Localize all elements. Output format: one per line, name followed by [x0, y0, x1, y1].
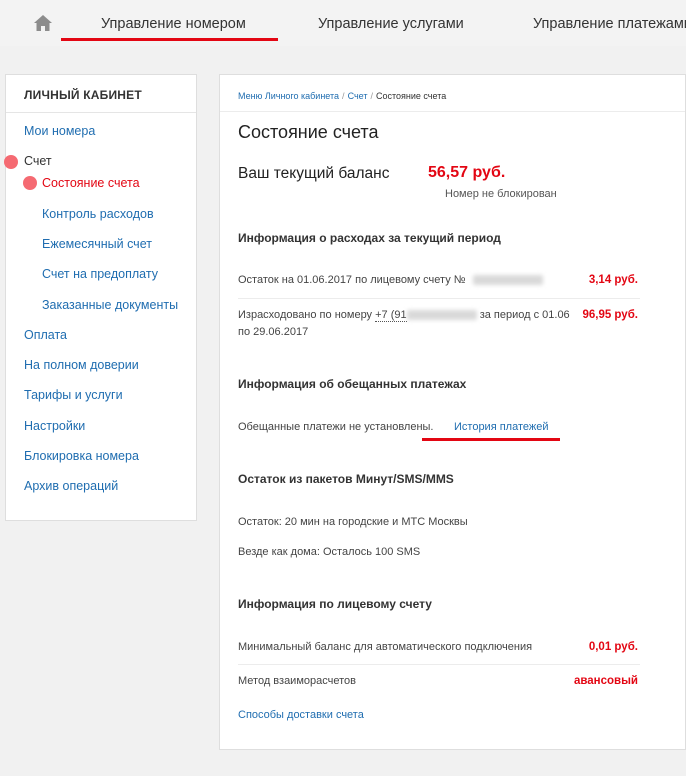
promised-heading: Информация об обещанных платежах: [238, 377, 467, 391]
sidebar-item-account[interactable]: Счет: [24, 154, 52, 168]
spent-value: 96,95 руб.: [582, 309, 638, 321]
top-nav: Управление номером Управление услугами У…: [0, 0, 686, 46]
row-divider: [238, 664, 640, 665]
breadcrumb: Меню Личного кабинета / Счет / Состояние сче…: [238, 91, 446, 101]
sidebar-item-expense-control[interactable]: Контроль расходов: [42, 207, 154, 221]
account-heading: Информация по лицевому счету: [238, 597, 432, 611]
settlement-method-label: Метод взаиморасчетов: [238, 675, 356, 687]
active-tab-underline: [61, 38, 278, 41]
sidebar-item-prepay-bill[interactable]: Счет на предоплату: [42, 267, 158, 281]
balance-label: Ваш текущий баланс: [238, 165, 390, 182]
sidebar-item-settings[interactable]: Настройки: [24, 419, 85, 433]
row-divider: [238, 298, 640, 299]
redacted-phone-number: [406, 310, 477, 321]
home-icon[interactable]: [33, 14, 53, 32]
redacted-account-number: [472, 275, 543, 286]
sidebar-item-ordered-documents[interactable]: Заказанные документы: [42, 298, 178, 312]
sidebar-item-operations-archive[interactable]: Архив операций: [24, 479, 118, 493]
sidebar-item-number-block[interactable]: Блокировка номера: [24, 449, 139, 463]
history-link-highlight: [422, 438, 560, 441]
sidebar-item-payment[interactable]: Оплата: [24, 328, 67, 342]
breadcrumb-link-menu[interactable]: Меню Личного кабинета: [238, 91, 339, 101]
sidebar-item-monthly-bill[interactable]: Ежемесячный счет: [42, 237, 152, 251]
payment-history-link[interactable]: История платежей: [454, 421, 549, 433]
spent-text: Израсходовано по номеру: [238, 309, 373, 321]
account-marker-dot: [4, 155, 18, 169]
expenses-heading: Информация о расходах за текущий период: [238, 231, 501, 245]
tab-payments-management[interactable]: Управление платежами: [533, 16, 686, 32]
breadcrumb-divider: [220, 111, 685, 112]
main-panel: Меню Личного кабинета / Счет / Состояние сче…: [219, 74, 686, 750]
breadcrumb-separator: /: [370, 91, 373, 101]
packages-line-sms: Везде как дома: Осталось 100 SMS: [238, 546, 421, 558]
promised-status: Обещанные платежи не установлены.: [238, 421, 434, 433]
packages-line-minutes: Остаток: 20 мин на городские и МТС Москв…: [238, 516, 468, 528]
sidebar-item-full-trust[interactable]: На полном доверии: [24, 358, 139, 372]
remainder-value: 3,14 руб.: [588, 274, 638, 286]
settlement-method-value: авансовый: [573, 675, 638, 687]
remainder-row-label: Остаток на 01.06.2017 по лицевому счету …: [238, 274, 543, 286]
balance-value: 56,57 руб.: [428, 164, 506, 181]
sidebar: ЛИЧНЫЙ КАБИНЕТ Мои номера Счет Состояние…: [4, 74, 197, 521]
page-title: Состояние счета: [238, 122, 379, 142]
spent-row-label: Израсходовано по номеру +7 (91 за период…: [238, 309, 570, 322]
min-balance-value: 0,01 руб.: [588, 641, 638, 653]
sidebar-item-account-state[interactable]: Состояние счета: [42, 176, 140, 190]
sidebar-divider: [6, 112, 196, 113]
breadcrumb-link-account[interactable]: Счет: [348, 91, 368, 101]
sidebar-title: ЛИЧНЫЙ КАБИНЕТ: [24, 88, 142, 102]
min-balance-label: Минимальный баланс для автоматического п…: [238, 641, 533, 653]
block-status: Номер не блокирован: [445, 188, 557, 200]
spent-period-end: по 29.06.2017: [238, 326, 309, 338]
spent-period: за период с 01.06: [479, 309, 570, 321]
packages-heading: Остаток из пакетов Минут/SMS/MMS: [238, 472, 454, 486]
sidebar-item-tariffs[interactable]: Тарифы и услуги: [24, 388, 123, 402]
tab-number-management[interactable]: Управление номером: [101, 16, 246, 32]
tab-services-management[interactable]: Управление услугами: [318, 16, 464, 32]
bill-delivery-link[interactable]: Способы доставки счета: [238, 709, 364, 721]
remainder-text: Остаток на 01.06.2017 по лицевому счету …: [238, 274, 466, 286]
spent-phone[interactable]: +7 (91: [375, 309, 407, 322]
breadcrumb-current: Состояние счета: [376, 91, 447, 101]
sidebar-item-my-numbers[interactable]: Мои номера: [24, 124, 95, 138]
breadcrumb-separator: /: [342, 91, 345, 101]
account-state-marker-dot: [23, 176, 37, 190]
